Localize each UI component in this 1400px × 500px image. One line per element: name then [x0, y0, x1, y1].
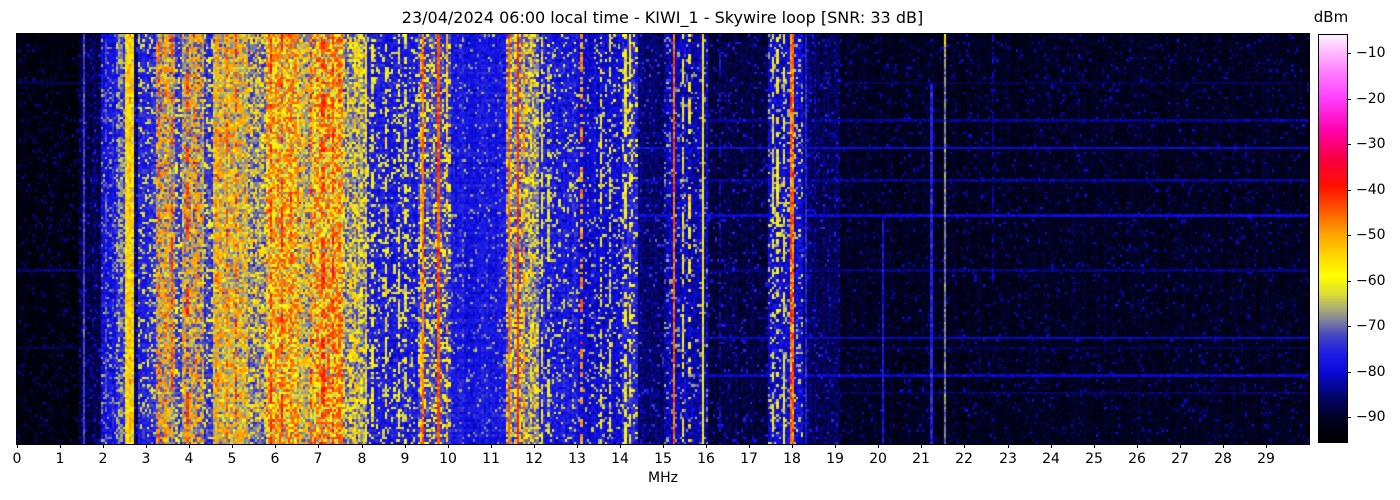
x-tick-label: 26: [1120, 451, 1154, 467]
x-axis-label: MHz: [633, 470, 693, 486]
x-tick-label: 21: [904, 451, 938, 467]
x-tick-mark: [491, 444, 492, 448]
x-tick-mark: [146, 444, 147, 448]
x-tick-mark: [362, 444, 363, 448]
x-tick-label: 29: [1249, 451, 1283, 467]
colorbar-tick-label: −40: [1356, 181, 1386, 199]
x-tick-label: 8: [345, 451, 379, 467]
colorbar-tick-label: −50: [1356, 226, 1386, 244]
x-tick-mark: [921, 444, 922, 448]
colorbar-tick-mark: [1347, 190, 1351, 191]
x-tick-mark: [189, 444, 190, 448]
x-tick-label: 11: [474, 451, 508, 467]
x-tick-mark: [1223, 444, 1224, 448]
x-tick-label: 6: [258, 451, 292, 467]
colorbar-tick-label: −90: [1356, 408, 1386, 426]
x-tick-mark: [232, 444, 233, 448]
colorbar-tick-mark: [1347, 326, 1351, 327]
spectrogram-figure: 23/04/2024 06:00 local time - KIWI_1 - S…: [0, 0, 1400, 500]
x-tick-mark: [534, 444, 535, 448]
x-tick-label: 25: [1077, 451, 1111, 467]
x-tick-mark: [275, 444, 276, 448]
x-tick-label: 9: [388, 451, 422, 467]
x-tick-label: 20: [861, 451, 895, 467]
x-tick-mark: [1094, 444, 1095, 448]
x-tick-label: 5: [215, 451, 249, 467]
x-tick-label: 12: [517, 451, 551, 467]
colorbar-tick-label: −80: [1356, 363, 1386, 381]
x-tick-label: 4: [172, 451, 206, 467]
x-tick-label: 3: [129, 451, 163, 467]
x-tick-label: 15: [646, 451, 680, 467]
x-tick-label: 24: [1034, 451, 1068, 467]
x-tick-mark: [1008, 444, 1009, 448]
x-tick-mark: [318, 444, 319, 448]
x-tick-mark: [17, 444, 18, 448]
colorbar-tick-label: −70: [1356, 317, 1386, 335]
x-tick-label: 13: [560, 451, 594, 467]
colorbar-tick-mark: [1347, 281, 1351, 282]
colorbar-tick-mark: [1347, 417, 1351, 418]
x-tick-label: 28: [1206, 451, 1240, 467]
x-tick-mark: [448, 444, 449, 448]
x-tick-label: 10: [431, 451, 465, 467]
x-tick-mark: [60, 444, 61, 448]
x-tick-mark: [1137, 444, 1138, 448]
colorbar-tick-mark: [1347, 53, 1351, 54]
x-tick-label: 27: [1163, 451, 1197, 467]
x-tick-mark: [706, 444, 707, 448]
x-tick-mark: [878, 444, 879, 448]
x-tick-label: 22: [947, 451, 981, 467]
x-tick-label: 16: [689, 451, 723, 467]
x-tick-label: 18: [775, 451, 809, 467]
colorbar-tick-mark: [1347, 372, 1351, 373]
chart-title: 23/04/2024 06:00 local time - KIWI_1 - S…: [16, 8, 1309, 27]
colorbar: [1318, 34, 1348, 443]
x-tick-label: 23: [991, 451, 1025, 467]
x-tick-label: 1: [43, 451, 77, 467]
x-tick-label: 2: [86, 451, 120, 467]
x-tick-mark: [1266, 444, 1267, 448]
colorbar-tick-mark: [1347, 235, 1351, 236]
x-tick-mark: [1180, 444, 1181, 448]
waterfall-heatmap: [16, 33, 1310, 445]
x-tick-mark: [405, 444, 406, 448]
x-tick-label: 7: [301, 451, 335, 467]
colorbar-tick-label: −60: [1356, 272, 1386, 290]
x-tick-mark: [749, 444, 750, 448]
x-tick-mark: [964, 444, 965, 448]
x-tick-mark: [103, 444, 104, 448]
colorbar-tick-mark: [1347, 144, 1351, 145]
colorbar-tick-label: −30: [1356, 135, 1386, 153]
colorbar-unit-label: dBm: [1305, 8, 1357, 26]
colorbar-tick-label: −20: [1356, 90, 1386, 108]
x-tick-mark: [620, 444, 621, 448]
x-tick-label: 0: [0, 451, 34, 467]
x-tick-label: 14: [603, 451, 637, 467]
colorbar-tick-label: −10: [1356, 44, 1386, 62]
x-tick-mark: [792, 444, 793, 448]
x-tick-mark: [577, 444, 578, 448]
x-tick-label: 19: [818, 451, 852, 467]
colorbar-tick-mark: [1347, 99, 1351, 100]
x-tick-mark: [1051, 444, 1052, 448]
x-tick-label: 17: [732, 451, 766, 467]
x-tick-mark: [663, 444, 664, 448]
x-tick-mark: [835, 444, 836, 448]
